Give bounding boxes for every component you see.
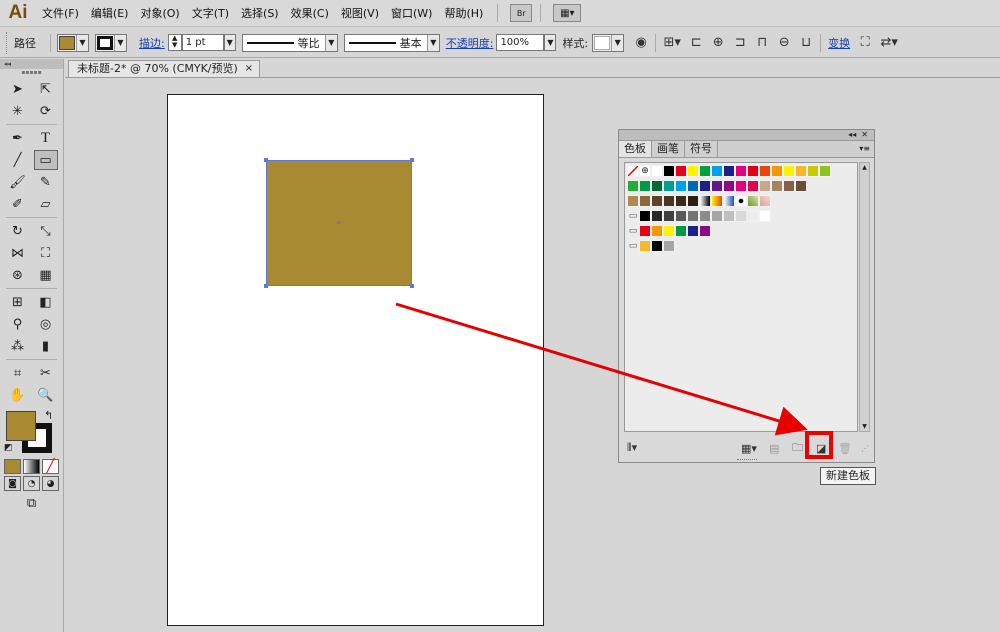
arrow-line — [395, 302, 808, 436]
annotation-arrow — [395, 302, 808, 436]
